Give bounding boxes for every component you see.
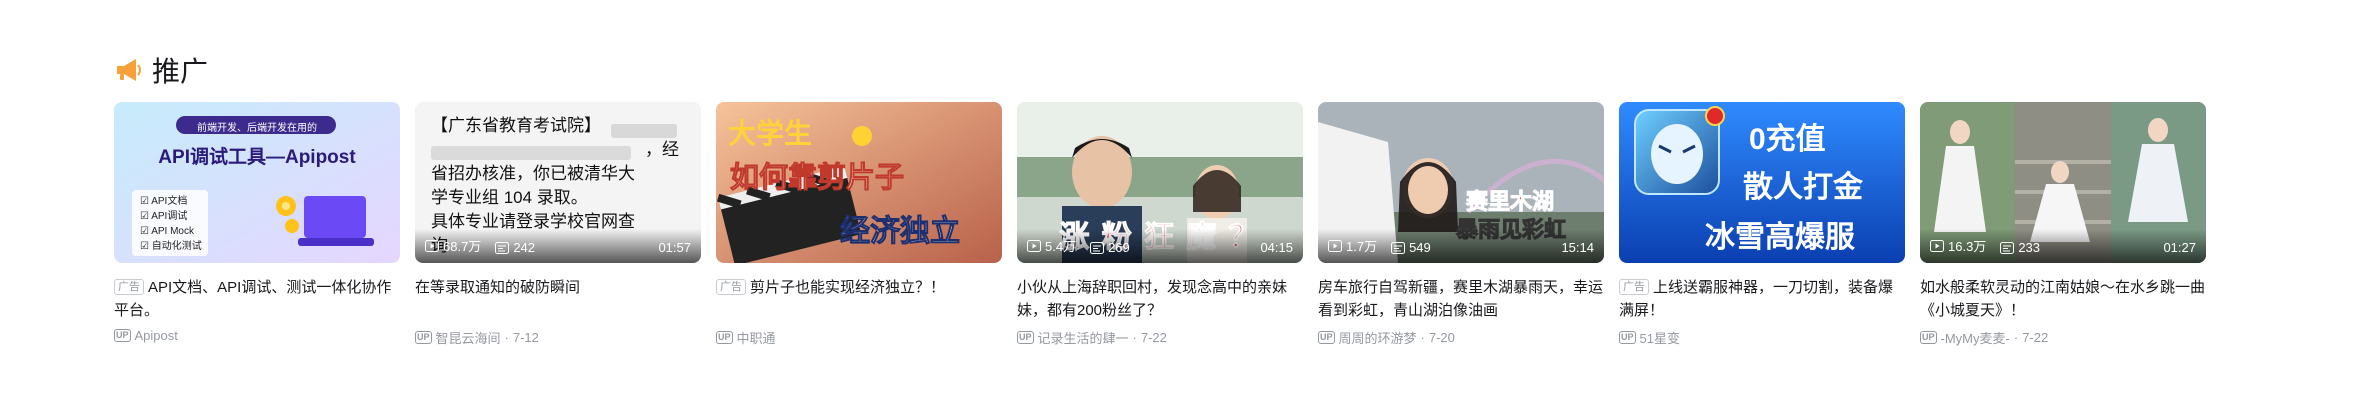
video-duration: 01:57	[658, 240, 691, 255]
play-count-icon	[1930, 239, 1944, 252]
video-stats: 16.3万 233 01:27	[1920, 229, 2206, 263]
video-title[interactable]: 房车旅行自驾新疆，赛里木湖暴雨天，幸运看到彩虹，青山湖泊像油画	[1318, 276, 1604, 322]
video-card[interactable]: 0充值 散人打金 冰雪高爆服 广告 上线送霸服神器，一刀切割，装备爆满屏！ UP …	[1619, 102, 1905, 347]
danmaku-icon	[495, 241, 510, 254]
video-stats: 5.4万 269 04:15	[1017, 229, 1303, 263]
thumb-caption: 前端开发、后端开发在用的	[197, 123, 317, 134]
publish-date: 7-22	[1140, 330, 1167, 345]
thumb-headline: 大学生	[728, 118, 813, 149]
feature-item: ☑ 自动化测试	[140, 241, 202, 252]
ad-badge: 广告	[114, 279, 144, 295]
video-stats: 1.7万 549 15:14	[1318, 229, 1604, 263]
danmaku-icon	[2000, 241, 2015, 254]
publish-date: 7-22	[2022, 330, 2049, 345]
author-name[interactable]: -MyMy麦麦-	[1941, 328, 2010, 347]
danmaku-count: 233	[2000, 240, 2040, 255]
up-icon: UP	[1619, 331, 1636, 344]
video-meta: UP Apipost	[114, 328, 400, 343]
video-thumbnail[interactable]: 前端开发、后端开发在用的 API调试工具—Apipost ☑ API文档 ☑ A…	[114, 102, 400, 263]
thumb-headline: API调试工具—Apipost	[158, 147, 356, 168]
feature-item: ☑ API调试	[140, 211, 188, 222]
meta-separator: ·	[504, 330, 509, 345]
thumb-headline: 经济独立	[840, 215, 961, 249]
play-count-icon	[1328, 239, 1342, 252]
thumb-feature-list: ☑ API文档 ☑ API调试 ☑ API Mock ☑ 自动化测试	[140, 194, 202, 254]
view-count: 68.7万	[425, 236, 481, 255]
up-icon: UP	[1920, 331, 1937, 344]
video-title[interactable]: 广告 剪片子也能实现经济独立？！	[716, 276, 1002, 322]
up-icon: UP	[1318, 331, 1335, 344]
video-thumbnail[interactable]: 大学生 如何靠剪片子 经济独立	[716, 102, 1002, 263]
danmaku-count: 242	[495, 240, 535, 255]
video-duration: 01:27	[2163, 240, 2196, 255]
video-title-text[interactable]: 上线送霸服神器，一刀切割，装备爆满屏！	[1619, 279, 1893, 319]
video-meta: UP 周周的环游梦 · 7-20	[1318, 328, 1604, 347]
video-stats: 68.7万 242 01:57	[415, 229, 701, 263]
thumb-headline: 冰雪高爆服	[1705, 221, 1855, 254]
up-icon: UP	[1017, 331, 1034, 344]
play-count-icon	[1027, 239, 1041, 252]
danmaku-icon	[1391, 241, 1406, 254]
video-meta: UP 记录生活的肆一 · 7-22	[1017, 328, 1303, 347]
ad-badge: 广告	[716, 279, 746, 295]
publish-date: 7-12	[512, 330, 539, 345]
video-title[interactable]: 广告 上线送霸服神器，一刀切割，装备爆满屏！	[1619, 276, 1905, 322]
danmaku-count: 269	[1090, 240, 1130, 255]
section-header: 推广	[114, 50, 208, 90]
video-card[interactable]: 【广东省教育考试院】 ，经 省招办核准，你已被清华大 学专业组 104 录取。 …	[415, 102, 701, 347]
feature-item: ☑ API文档	[140, 196, 188, 207]
video-duration: 04:15	[1260, 240, 1293, 255]
video-thumbnail[interactable]: 【广东省教育考试院】 ，经 省招办核准，你已被清华大 学专业组 104 录取。 …	[415, 102, 701, 263]
feature-item: ☑ API Mock	[140, 226, 194, 237]
video-meta: UP 智昆云海间 · 7-12	[415, 328, 701, 347]
view-count: 5.4万	[1027, 236, 1076, 255]
video-card[interactable]: 大学生 如何靠剪片子 经济独立 广告 剪片子也能实现经济独立？！ UP 中职通	[716, 102, 1002, 347]
video-title-text[interactable]: 剪片子也能实现经济独立？！	[750, 279, 945, 296]
view-count: 1.7万	[1328, 236, 1377, 255]
meta-separator: ·	[1132, 330, 1137, 345]
meta-separator: ·	[2013, 330, 2019, 345]
video-card[interactable]: 赛里木湖 暴雨见彩虹 1.7万 549 15:14 房车旅行自驾新疆，赛里木湖暴…	[1318, 102, 1604, 347]
megaphone-icon	[114, 57, 144, 83]
video-title[interactable]: 在等录取通知的破防瞬间	[415, 276, 701, 322]
author-name[interactable]: Apipost	[135, 328, 178, 343]
video-thumbnail[interactable]: 赛里木湖 暴雨见彩虹 1.7万 549 15:14	[1318, 102, 1604, 263]
author-name[interactable]: 记录生活的肆一	[1038, 328, 1129, 347]
video-thumbnail[interactable]: 16.3万 233 01:27	[1920, 102, 2206, 263]
video-thumbnail[interactable]: 涨 粉 狂 魔 ？ 5.4万 269 04:15	[1017, 102, 1303, 263]
video-title[interactable]: 广告 API文档、API调试、测试一体化协作平台。	[114, 276, 400, 322]
publish-date: 7-20	[1428, 330, 1455, 345]
video-title[interactable]: 小伙从上海辞职回村，发现念高中的亲妹妹，都有200粉丝了？	[1017, 276, 1303, 322]
video-meta: UP 中职通	[716, 328, 1002, 347]
up-icon: UP	[114, 329, 131, 342]
thumb-headline: 如何靠剪片子	[729, 162, 905, 195]
danmaku-icon	[1090, 241, 1105, 254]
video-meta: UP 51星变	[1619, 328, 1905, 347]
author-name[interactable]: 51星变	[1640, 328, 1680, 347]
author-name[interactable]: 智昆云海间	[436, 328, 501, 347]
video-card[interactable]: 涨 粉 狂 魔 ？ 5.4万 269 04:15 小伙从上海辞职回村，发现念高中…	[1017, 102, 1303, 347]
up-icon: UP	[716, 331, 733, 344]
video-title[interactable]: 如水般柔软灵动的江南姑娘～在水乡跳一曲《小城夏天》！	[1920, 276, 2206, 322]
up-icon: UP	[415, 331, 432, 344]
video-card[interactable]: 16.3万 233 01:27 如水般柔软灵动的江南姑娘～在水乡跳一曲《小城夏天…	[1920, 102, 2206, 347]
danmaku-count: 549	[1391, 240, 1431, 255]
video-thumbnail[interactable]: 0充值 散人打金 冰雪高爆服	[1619, 102, 1905, 263]
thumb-headline: 散人打金	[1743, 171, 1863, 204]
section-title[interactable]: 推广	[152, 50, 208, 90]
video-card[interactable]: 前端开发、后端开发在用的 API调试工具—Apipost ☑ API文档 ☑ A…	[114, 102, 400, 347]
ad-badge: 广告	[1619, 279, 1649, 295]
thumb-headline: 0充值	[1749, 123, 1826, 156]
author-name[interactable]: 中职通	[737, 328, 776, 347]
video-meta: UP -MyMy麦麦- · 7-22	[1920, 328, 2206, 347]
video-duration: 15:14	[1561, 240, 1594, 255]
recommend-list: 前端开发、后端开发在用的 API调试工具—Apipost ☑ API文档 ☑ A…	[114, 102, 2206, 347]
meta-separator: ·	[1420, 330, 1425, 345]
author-name[interactable]: 周周的环游梦	[1339, 328, 1417, 347]
video-title-text[interactable]: API文档、API调试、测试一体化协作平台。	[114, 279, 391, 319]
view-count: 16.3万	[1930, 236, 1986, 255]
play-count-icon	[425, 239, 439, 252]
